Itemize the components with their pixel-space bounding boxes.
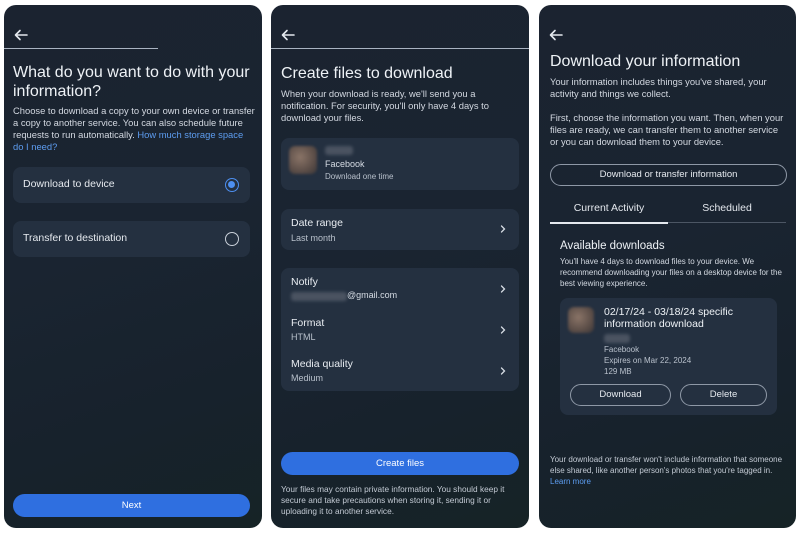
page-title: Create files to download [281, 65, 453, 82]
format-value: HTML [291, 332, 316, 342]
tab-scheduled[interactable]: Scheduled [668, 202, 786, 214]
date-range-value: Last month [291, 233, 336, 243]
redacted-account-name [604, 334, 630, 343]
notify-email-domain: @gmail.com [347, 290, 398, 300]
header-divider [4, 48, 158, 49]
file-size: 129 MB [604, 367, 632, 376]
account-frequency: Download one time [325, 172, 394, 181]
file-expiry: Expires on Mar 22, 2024 [604, 356, 692, 365]
profile-avatar [289, 146, 317, 174]
redacted-account-name [325, 146, 353, 155]
settings-group: Notify @gmail.com Format HTML Media qual… [281, 268, 519, 391]
chevron-right-icon [500, 326, 506, 334]
screen-download-information: Download your information Your informati… [539, 5, 796, 528]
footer-note: Your download or transfer won't include … [550, 454, 786, 487]
screen-export-choice: What do you want to do with your informa… [4, 5, 262, 528]
download-file-card: 02/17/24 - 03/18/24 specific information… [560, 298, 777, 415]
back-arrow-icon[interactable] [548, 27, 564, 43]
active-tab-indicator [550, 222, 668, 224]
available-downloads-title: Available downloads [560, 240, 665, 252]
notify-row[interactable]: Notify @gmail.com [281, 268, 519, 308]
option-transfer-to-destination[interactable]: Transfer to destination [13, 221, 250, 257]
redacted-email-user [291, 292, 347, 301]
date-range-row[interactable]: Date range Last month [281, 209, 519, 250]
file-platform: Facebook [604, 345, 640, 354]
create-files-button[interactable]: Create files [281, 452, 519, 475]
learn-more-link[interactable]: Learn more [550, 477, 591, 486]
file-title: 02/17/24 - 03/18/24 specific information… [604, 306, 734, 330]
privacy-footer: Your files may contain private informati… [281, 484, 505, 516]
radio-selected[interactable] [225, 178, 239, 192]
option-label: Download to device [23, 178, 115, 190]
screen-create-files: Create files to download When your downl… [271, 5, 529, 528]
available-downloads-description: You'll have 4 days to download files to … [560, 257, 782, 288]
chevron-right-icon [500, 367, 506, 375]
download-or-transfer-button[interactable]: Download or transfer information [550, 164, 787, 186]
next-button[interactable]: Next [13, 494, 250, 517]
media-quality-label: Media quality [291, 358, 353, 370]
instructions-text: First, choose the information you want. … [550, 112, 784, 147]
date-range-label: Date range [291, 217, 343, 229]
media-quality-value: Medium [291, 373, 324, 383]
notify-label: Notify [291, 276, 318, 288]
profile-avatar [568, 307, 594, 333]
intro-text: Your information includes things you've … [550, 76, 767, 99]
page-title: Download your information [550, 53, 741, 70]
account-platform: Facebook [325, 159, 365, 169]
tab-divider [668, 222, 786, 223]
back-arrow-icon[interactable] [280, 27, 296, 43]
account-card: Facebook Download one time [281, 138, 519, 190]
radio-unselected[interactable] [225, 232, 239, 246]
media-quality-row[interactable]: Media quality Medium [281, 350, 519, 390]
format-row[interactable]: Format HTML [281, 309, 519, 349]
download-button[interactable]: Download [570, 384, 671, 406]
chevron-right-icon [500, 285, 506, 293]
footer-text: Your download or transfer won't include … [550, 455, 783, 475]
option-download-to-device[interactable]: Download to device [13, 167, 250, 203]
delete-button[interactable]: Delete [680, 384, 767, 406]
format-label: Format [291, 317, 325, 329]
back-arrow-icon[interactable] [13, 27, 29, 43]
tab-current-activity[interactable]: Current Activity [550, 202, 668, 214]
chevron-right-icon [500, 225, 506, 233]
page-description: Choose to download a copy to your own de… [13, 105, 255, 153]
page-title: What do you want to do with your informa… [13, 64, 250, 100]
header-divider [271, 48, 529, 49]
option-label: Transfer to destination [23, 232, 128, 244]
page-description: When your download is ready, we'll send … [281, 88, 489, 123]
